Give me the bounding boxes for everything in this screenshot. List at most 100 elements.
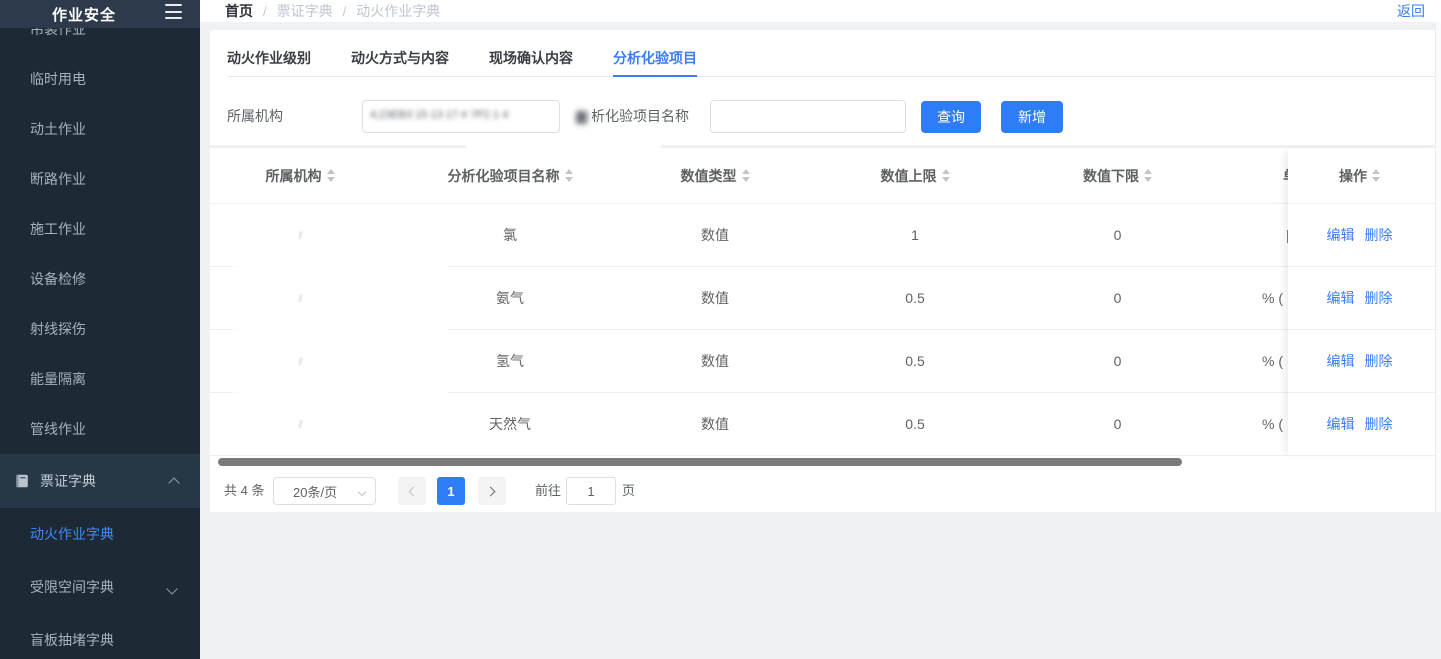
content-card: 动火作业级别 动火方式与内容 现场确认内容 分析化验项目 所属机构 4;23EB… bbox=[210, 30, 1441, 512]
sort-icon[interactable] bbox=[1372, 169, 1380, 182]
cell-lower-limit: 0 bbox=[1030, 267, 1205, 329]
cell-lower-limit: 0 bbox=[1030, 330, 1205, 392]
delete-link[interactable]: 删除 bbox=[1365, 414, 1393, 434]
edit-link[interactable]: 编辑 bbox=[1327, 351, 1355, 371]
prev-page-button[interactable] bbox=[398, 477, 426, 505]
tab-hotwork-level[interactable]: 动火作业级别 bbox=[227, 40, 311, 76]
sidebar-item-maintenance[interactable]: 设备检修 bbox=[0, 254, 200, 304]
cell-upper-limit: 0.5 bbox=[800, 267, 1030, 329]
breadcrumb-ticket-dict[interactable]: 票证字典 bbox=[277, 1, 333, 21]
column-header-value-type: 数值类型 bbox=[630, 148, 800, 203]
filter-bar: 所属机构 4;23EB3 15 13 17 # 7P2 1 4 分析化验项目名称… bbox=[210, 100, 1441, 133]
delete-link[interactable]: 删除 bbox=[1365, 288, 1393, 308]
cell-lower-limit: 0 bbox=[1030, 393, 1205, 455]
sidebar-item-road-break[interactable]: 断路作业 bbox=[0, 154, 200, 204]
sort-icon[interactable] bbox=[942, 169, 950, 182]
edit-link[interactable]: 编辑 bbox=[1327, 288, 1355, 308]
breadcrumb-home[interactable]: 首页 bbox=[225, 1, 253, 21]
column-label: 操作 bbox=[1339, 166, 1367, 186]
cell-org bbox=[210, 330, 390, 392]
sidebar-item-construction[interactable]: 施工作业 bbox=[0, 204, 200, 254]
chevron-right-icon bbox=[486, 486, 496, 496]
column-header-project-name: 分析化验项目名称 bbox=[390, 148, 630, 203]
pagination: 共 4 条 20条/页 1 前往 页 bbox=[210, 477, 1441, 505]
page-size-select[interactable]: 20条/页 bbox=[273, 477, 376, 505]
actions-cell: 编辑 删除 bbox=[1288, 204, 1441, 267]
table-header: 所属机构 分析化验项目名称 数值类型 数值上限 数值下限 bbox=[210, 148, 1441, 204]
cell-upper-limit: 0.5 bbox=[800, 330, 1030, 392]
redaction-overlay bbox=[466, 141, 661, 151]
cell-org bbox=[210, 204, 390, 266]
sidebar-item-confined-space-dict[interactable]: 受限空间字典 bbox=[0, 561, 200, 614]
hamburger-menu-icon[interactable] bbox=[165, 4, 182, 19]
redacted-text bbox=[298, 420, 302, 428]
cell-project-name: 天然气 bbox=[390, 393, 630, 455]
column-label: 所属机构 bbox=[266, 166, 322, 186]
breadcrumb-separator: / bbox=[343, 4, 347, 19]
sidebar-item-pipeline[interactable]: 管线作业 bbox=[0, 404, 200, 454]
edit-link[interactable]: 编辑 bbox=[1327, 414, 1355, 434]
chevron-up-icon bbox=[168, 477, 179, 488]
sidebar-item-temp-power[interactable]: 临时用电 bbox=[0, 54, 200, 104]
chevron-down-icon bbox=[358, 488, 366, 496]
back-link[interactable]: 返回 bbox=[1397, 1, 1425, 21]
cell-upper-limit: 1 bbox=[800, 204, 1030, 266]
add-button[interactable]: 新增 bbox=[1001, 101, 1063, 133]
horizontal-scrollbar[interactable] bbox=[218, 458, 1182, 466]
redacted-text bbox=[298, 294, 302, 302]
search-button[interactable]: 查询 bbox=[921, 101, 981, 133]
sidebar-item-earthwork[interactable]: 动土作业 bbox=[0, 104, 200, 154]
project-name-input[interactable] bbox=[710, 100, 906, 133]
actions-cell: 编辑 删除 bbox=[1288, 393, 1441, 456]
total-count: 共 4 条 bbox=[224, 477, 264, 505]
goto-page-input[interactable] bbox=[566, 477, 616, 505]
app-root: 吊装作业 临时用电 动土作业 断路作业 施工作业 设备检修 射线探伤 能量隔离 … bbox=[0, 0, 1441, 659]
sidebar-item-radiography[interactable]: 射线探伤 bbox=[0, 304, 200, 354]
column-label: 数值下限 bbox=[1083, 166, 1139, 186]
table-row: 氯 数值 1 0 | bbox=[210, 204, 1441, 267]
table-row: 天然气 数值 0.5 0 % ( bbox=[210, 393, 1441, 456]
table-row: 氨气 数值 0.5 0 % ( bbox=[210, 267, 1441, 330]
column-header-org: 所属机构 bbox=[210, 148, 390, 203]
org-input[interactable] bbox=[362, 100, 560, 133]
sort-icon[interactable] bbox=[565, 169, 573, 182]
table-row: 氢气 数值 0.5 0 % ( bbox=[210, 330, 1441, 393]
cell-project-name: 氯 bbox=[390, 204, 630, 266]
page-unit-label: 页 bbox=[622, 477, 635, 505]
tab-site-confirm[interactable]: 现场确认内容 bbox=[489, 40, 573, 76]
sidebar-item-label: 受限空间字典 bbox=[30, 579, 114, 595]
cell-upper-limit: 0.5 bbox=[800, 393, 1030, 455]
tab-analysis-items[interactable]: 分析化验项目 bbox=[613, 40, 697, 77]
column-label: 数值上限 bbox=[881, 166, 937, 186]
sidebar-item-hotwork-dict[interactable]: 动火作业字典 bbox=[0, 508, 200, 561]
delete-link[interactable]: 删除 bbox=[1365, 351, 1393, 371]
project-name-label: 分析化验项目名称 bbox=[577, 100, 689, 133]
sort-icon[interactable] bbox=[327, 169, 335, 182]
chevron-down-icon bbox=[166, 583, 177, 594]
page-number-1[interactable]: 1 bbox=[437, 477, 465, 505]
delete-link[interactable]: 删除 bbox=[1365, 225, 1393, 245]
next-page-button[interactable] bbox=[478, 477, 506, 505]
cell-org bbox=[210, 393, 390, 455]
tab-bar: 动火作业级别 动火方式与内容 现场确认内容 分析化验项目 bbox=[227, 40, 1436, 77]
sort-icon[interactable] bbox=[742, 169, 750, 182]
main-area: 首页 / 票证字典 / 动火作业字典 返回 动火作业级别 动火方式与内容 现场确… bbox=[200, 0, 1441, 659]
goto-label: 前往 bbox=[535, 477, 561, 505]
breadcrumb-current: 动火作业字典 bbox=[356, 1, 440, 21]
cell-project-name: 氢气 bbox=[390, 330, 630, 392]
fixed-action-column: 操作 编辑 删除 编辑 删除 编辑 删除 编辑 删除 bbox=[1288, 148, 1441, 456]
vertical-scrollbar-track[interactable] bbox=[1435, 22, 1441, 512]
sidebar-item-blind-plate-dict[interactable]: 盲板抽堵字典 bbox=[0, 614, 200, 659]
actions-cell: 编辑 删除 bbox=[1288, 330, 1441, 393]
sidebar-section-ticket-dict[interactable]: 票证字典 bbox=[0, 454, 200, 508]
sidebar-item-energy-iso[interactable]: 能量隔离 bbox=[0, 354, 200, 404]
cell-lower-limit: 0 bbox=[1030, 204, 1205, 266]
cell-value-type: 数值 bbox=[630, 393, 800, 455]
tab-hotwork-method[interactable]: 动火方式与内容 bbox=[351, 40, 449, 76]
cell-project-name: 氨气 bbox=[390, 267, 630, 329]
sort-icon[interactable] bbox=[1144, 169, 1152, 182]
column-label: 分析化验项目名称 bbox=[448, 166, 560, 186]
cell-value-type: 数值 bbox=[630, 204, 800, 266]
column-label: 数值类型 bbox=[681, 166, 737, 186]
edit-link[interactable]: 编辑 bbox=[1327, 225, 1355, 245]
